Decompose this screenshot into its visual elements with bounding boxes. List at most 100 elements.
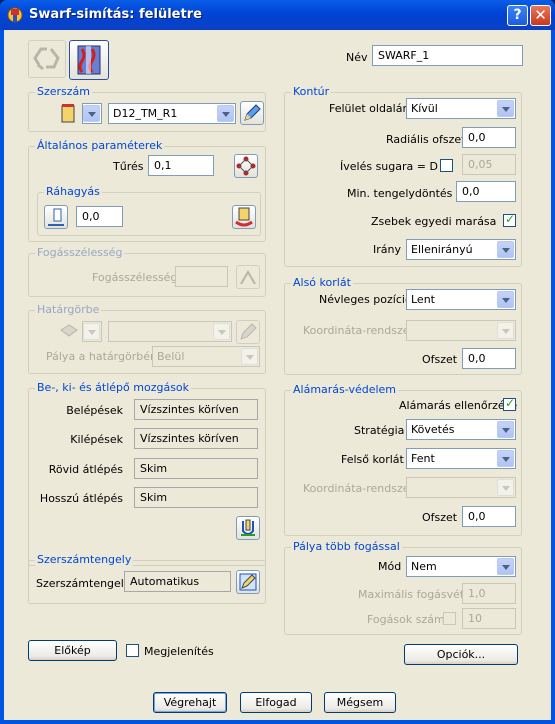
tool-dropdown[interactable]: D12_TM_R1 [108, 103, 236, 124]
general-params-title: Általános paraméterek [35, 139, 165, 152]
boundary-dropdown[interactable] [108, 321, 232, 342]
nominal-position-dropdown[interactable]: Lent [406, 289, 516, 310]
tolerance-label: Tűrés [113, 160, 144, 173]
allowance-title: Ráhagyás [44, 185, 102, 198]
title-bar[interactable]: Swarf-simítás: felületre ? ✕ [0, 0, 555, 30]
window-title: Swarf-simítás: felületre [29, 7, 202, 22]
arc-radius-input[interactable]: 0,05 [462, 154, 516, 175]
short-link-value: Skim [134, 458, 258, 479]
recycle-icon-button[interactable] [28, 40, 66, 78]
boundary-type-dropdown[interactable] [82, 321, 102, 342]
dialog-window: Swarf-simítás: felületre ? ✕ Név SWARF_1… [0, 0, 555, 724]
display-label: Megjelenítés [144, 645, 214, 658]
min-tilt-input[interactable]: 0,0 [456, 181, 516, 202]
contour-group: Kontúr Felület oldalán Kívül Radiális of… [284, 86, 522, 267]
cancel-button[interactable]: Mégsem [324, 692, 396, 713]
gouge-offset-label: Ofszet [422, 511, 458, 524]
boundary-side-dropdown[interactable]: Belül [152, 346, 260, 367]
edit-tool-button[interactable] [240, 101, 264, 125]
allowance-icon [48, 208, 64, 226]
tolerance-input[interactable]: 0,1 [148, 155, 214, 176]
allowance-input[interactable]: 0,0 [76, 206, 123, 227]
max-stepdown-input[interactable]: 1,0 [462, 583, 516, 604]
allowance-subgroup: Ráhagyás 0,0 [37, 186, 261, 236]
display-checkbox[interactable] [126, 644, 139, 657]
mode-value: Nem [411, 560, 437, 573]
direction-value: Ellenirányú [411, 243, 473, 256]
stepover-group: Fogásszélesség Fogásszélesség [28, 247, 266, 297]
boundary-side-value: Belül [157, 350, 185, 363]
preview-button[interactable]: Előkép [28, 640, 117, 661]
gouge-offset-input[interactable]: 0,0 [462, 506, 516, 527]
mode-dropdown[interactable]: Nem [406, 556, 516, 577]
options-button[interactable]: Opciók... [404, 644, 518, 665]
tool-axis-value: Automatikus [124, 571, 231, 592]
nominal-position-label: Névleges pozíció [319, 293, 412, 306]
min-tilt-label: Min. tengelydöntés [347, 187, 453, 200]
leads-links-edit-button[interactable] [236, 516, 260, 540]
mode-label: Mód [378, 560, 402, 573]
surface-swarf-icon-button[interactable] [69, 40, 109, 80]
component-allowance-button[interactable] [232, 205, 256, 229]
pockets-checkbox[interactable] [503, 212, 516, 227]
gouge-check-label: Alámarás ellenőrzése [399, 399, 518, 412]
arc-radius-checkbox[interactable] [440, 159, 453, 172]
upper-limit-value: Fent [411, 452, 435, 465]
strategy-label: Stratégia [354, 424, 405, 437]
help-button[interactable]: ? [507, 5, 528, 26]
long-link-label: Hosszú átlépés [39, 492, 123, 505]
gouge-protection-title: Alámarás-védelem [291, 383, 399, 396]
strategy-dropdown[interactable]: Követés [406, 419, 516, 440]
execute-button[interactable]: Végrehajt [153, 692, 227, 713]
tool-axis-title: Szerszámtengely [35, 553, 134, 566]
stepover-input[interactable] [175, 266, 228, 287]
bottom-limit-title: Alsó korlát [291, 276, 353, 289]
arc-radius-label: Ívelés sugara = D x [340, 160, 448, 173]
radial-offset-input[interactable]: 0,0 [462, 127, 516, 148]
cut-count-checkbox[interactable] [443, 612, 456, 625]
component-allowance-icon [235, 207, 253, 227]
strategy-value: Követés [411, 423, 455, 436]
accept-button[interactable]: Elfogad [240, 692, 312, 713]
tolerance-options-button[interactable] [234, 154, 258, 178]
upper-limit-dropdown[interactable]: Fent [406, 448, 516, 469]
tool-group: Szerszám D12_TM_R1 [28, 86, 266, 132]
bottom-workplane-dropdown[interactable] [406, 320, 516, 341]
edit-boundary-button[interactable] [236, 320, 260, 344]
surface-side-dropdown[interactable]: Kívül [406, 98, 516, 119]
allowance-type-button[interactable] [44, 205, 68, 229]
direction-dropdown[interactable]: Ellenirányú [406, 239, 516, 260]
short-link-label: Rövid átlépés [48, 463, 123, 476]
tool-dropdown-value: D12_TM_R1 [113, 107, 178, 120]
stepover-button[interactable] [236, 265, 260, 289]
tool-type-dropdown[interactable] [82, 103, 102, 124]
gouge-workplane-dropdown[interactable] [406, 477, 516, 498]
bottom-offset-input[interactable]: 0,0 [462, 348, 516, 369]
lead-out-value: Vízszintes köríven [134, 428, 258, 449]
leads-links-icon [241, 519, 255, 536]
pencil-icon [240, 323, 257, 340]
general-params-group: Általános paraméterek Tűrés 0,1 Ráhagyás… [28, 140, 266, 242]
close-button[interactable]: ✕ [530, 5, 551, 26]
boundary-icon [59, 320, 79, 342]
max-stepdown-label: Maximális fogásvétel [358, 588, 475, 601]
boundary-title: Határgörbe [35, 303, 102, 316]
tool-icon [59, 102, 79, 124]
stepover-icon [240, 270, 256, 285]
app-icon [7, 7, 23, 23]
gouge-check-checkbox[interactable] [503, 396, 516, 411]
direction-label: Irány [373, 243, 401, 256]
pockets-label: Zsebek egyedi marása [371, 215, 497, 228]
long-link-value: Skim [134, 487, 258, 508]
contour-title: Kontúr [291, 85, 332, 98]
tool-axis-edit-button[interactable] [236, 570, 260, 594]
recycle-icon [33, 47, 60, 71]
tool-axis-group: Szerszámtengely Szerszámtengely Automati… [28, 554, 266, 604]
leads-links-title: Be-, ki- és átlépő mozgások [35, 381, 192, 394]
radial-offset-label: Radiális ofszet [386, 133, 466, 146]
nominal-position-value: Lent [411, 293, 435, 306]
gouge-workplane-label: Koordináta-rendszer [303, 482, 415, 495]
name-input[interactable]: SWARF_1 [372, 45, 523, 66]
cut-count-input[interactable]: 10 [462, 608, 516, 629]
cut-count-label: Fogások száma [367, 613, 452, 626]
